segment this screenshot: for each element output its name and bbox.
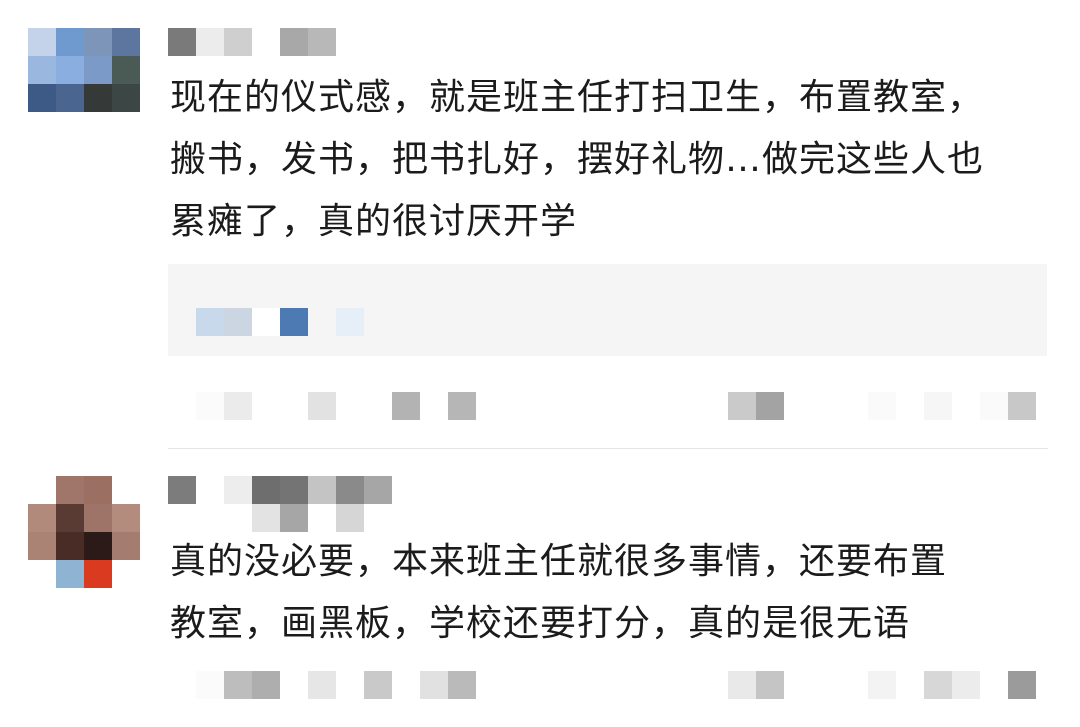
name-mosaic-cell (308, 504, 336, 532)
author-name-pixelated[interactable] (168, 28, 336, 56)
footer-mosaic-cell (924, 392, 952, 420)
name-mosaic-cell (224, 28, 252, 56)
avatar-mosaic-cell (84, 56, 112, 84)
name-mosaic-cell (252, 28, 280, 56)
footer-mosaic-cell (1008, 671, 1036, 699)
footer-mosaic-cell (224, 671, 252, 699)
avatar[interactable] (28, 28, 140, 112)
avatar-mosaic-cell (28, 560, 56, 588)
name-mosaic-cell (224, 476, 252, 504)
avatar-mosaic-cell (56, 560, 84, 588)
name-mosaic-cell (280, 28, 308, 56)
footer-mosaic-cell (392, 392, 420, 420)
footer-mosaic-cell (252, 671, 280, 699)
footer-mosaic-cell (728, 392, 756, 420)
footer-mosaic-cell (868, 392, 896, 420)
avatar-mosaic-cell (28, 28, 56, 56)
name-mosaic-cell (252, 504, 280, 532)
comment-text: 真的没必要，本来班主任就很多事情，还要布置 教室，画黑板，学校还要打分，真的是很… (170, 541, 948, 644)
avatar-mosaic-cell (84, 560, 112, 588)
avatar-mosaic-cell (84, 28, 112, 56)
footer-mosaic-cell (364, 671, 392, 699)
avatar-mosaic-cell (28, 84, 56, 112)
avatar-mosaic-cell (84, 476, 112, 504)
name-mosaic-cell (168, 28, 196, 56)
comment-item: 真的没必要，本来班主任就很多事情，还要布置 教室，画黑板，学校还要打分，真的是很… (0, 449, 1080, 727)
footer-mosaic-cell (924, 671, 952, 699)
reply-mosaic-cell (336, 308, 364, 336)
avatar-mosaic-cell (28, 56, 56, 84)
avatar-mosaic-cell (112, 504, 140, 532)
name-mosaic-cell (196, 476, 224, 504)
footer-mosaic-cell (448, 671, 476, 699)
avatar-mosaic-cell (56, 84, 84, 112)
name-mosaic-cell (336, 476, 364, 504)
name-mosaic-cell (168, 476, 196, 504)
footer-mosaic-cell (308, 392, 336, 420)
footer-mosaic-cell (756, 671, 784, 699)
comment-footer-pixelated (168, 671, 1048, 699)
footer-mosaic-cell (448, 392, 476, 420)
footer-mosaic-cell (868, 671, 896, 699)
footer-mosaic-cell (980, 392, 1008, 420)
comment-item: 现在的仪式感，就是班主任打扫卫生，布置教室， 搬书，发书，把书扎好，摆好礼物…做… (0, 0, 1080, 448)
avatar-mosaic-cell (28, 532, 56, 560)
avatar[interactable] (28, 476, 140, 588)
reply-preview-box[interactable] (168, 264, 1047, 356)
avatar-mosaic-cell (112, 476, 140, 504)
avatar-mosaic-cell (56, 532, 84, 560)
avatar-mosaic-cell (56, 504, 84, 532)
footer-mosaic-cell (280, 392, 308, 420)
footer-mosaic-cell (196, 392, 224, 420)
footer-mosaic-cell (756, 392, 784, 420)
name-mosaic-cell (308, 28, 336, 56)
footer-mosaic-cell (196, 671, 224, 699)
avatar-mosaic-cell (84, 504, 112, 532)
footer-mosaic-cell (728, 671, 756, 699)
comment-footer-pixelated (168, 392, 1048, 420)
reply-mosaic-cell (280, 308, 308, 336)
footer-mosaic-cell (952, 671, 980, 699)
avatar-mosaic-cell (112, 84, 140, 112)
avatar-mosaic-cell (112, 56, 140, 84)
avatar-mosaic-cell (84, 532, 112, 560)
avatar-mosaic-cell (56, 476, 84, 504)
reply-mosaic-cell (196, 308, 224, 336)
name-mosaic-cell (280, 476, 308, 504)
name-mosaic-cell (308, 476, 336, 504)
avatar-mosaic-cell (28, 504, 56, 532)
name-mosaic-cell (364, 476, 392, 504)
comment-text: 现在的仪式感，就是班主任打扫卫生，布置教室， 搬书，发书，把书扎好，摆好礼物…做… (170, 77, 985, 242)
avatar-mosaic-cell (84, 84, 112, 112)
name-mosaic-cell (196, 28, 224, 56)
avatar-mosaic-cell (56, 28, 84, 56)
avatar-mosaic-cell (112, 560, 140, 588)
name-mosaic-cell (280, 504, 308, 532)
reply-mosaic-cell (252, 308, 280, 336)
name-mosaic-cell (252, 476, 280, 504)
footer-mosaic-cell (308, 671, 336, 699)
avatar-mosaic-cell (112, 28, 140, 56)
avatar-mosaic-cell (28, 476, 56, 504)
author-badge-pixelated (252, 504, 364, 532)
avatar-mosaic-cell (56, 56, 84, 84)
reply-mosaic-cell (224, 308, 252, 336)
avatar-mosaic-cell (112, 532, 140, 560)
footer-mosaic-cell (1008, 392, 1036, 420)
footer-mosaic-cell (420, 671, 448, 699)
footer-mosaic-cell (224, 392, 252, 420)
author-name-pixelated[interactable] (168, 476, 392, 504)
name-mosaic-cell (336, 504, 364, 532)
footer-mosaic-cell (420, 392, 448, 420)
